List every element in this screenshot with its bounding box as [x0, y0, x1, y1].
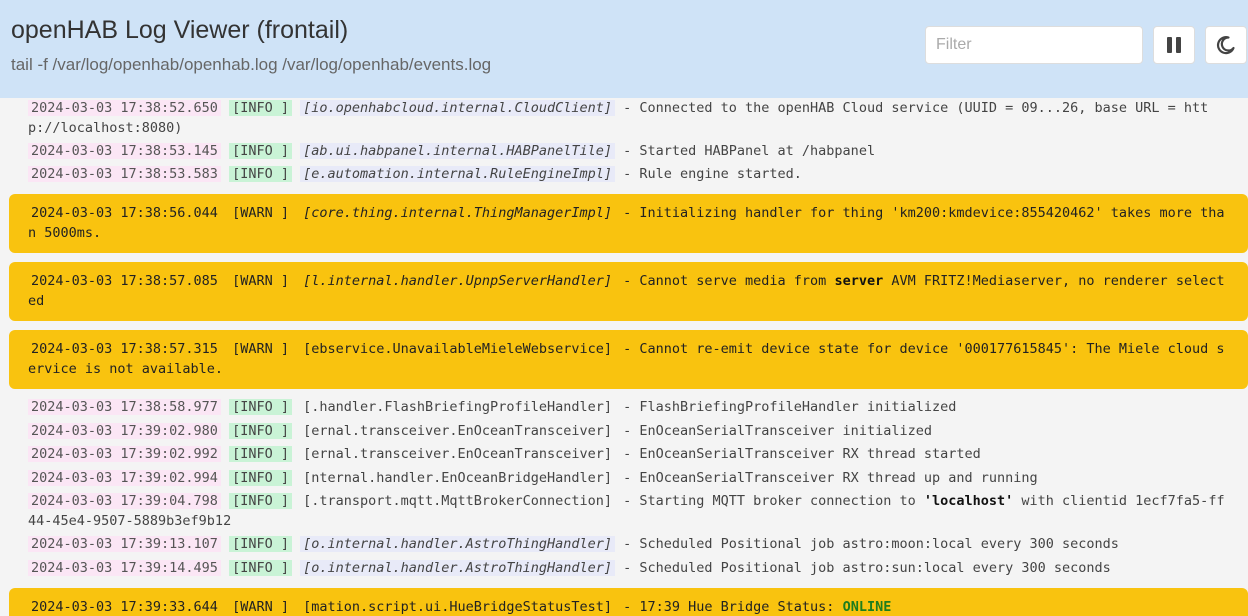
log-class: [ebservice.UnavailableMieleWebservice]	[303, 341, 612, 357]
log-line: 2024-03-03 17:39:02.980 [INFO ] [ernal.t…	[28, 422, 1248, 442]
page-title: openHAB Log Viewer (frontail)	[11, 16, 349, 44]
log-class: [e.automation.internal.RuleEngineImpl]	[300, 165, 615, 182]
log-keyword: server	[834, 273, 884, 289]
pause-icon	[1167, 37, 1181, 53]
log-message: - Cannot serve media from	[614, 273, 835, 289]
log-class: [.transport.mqtt.MqttBrokerConnection]	[303, 493, 612, 509]
log-class: [nternal.handler.EnOceanBridgeHandler]	[303, 469, 612, 486]
warn-block: 2024-03-03 17:39:33.644 [WARN ] [mation.…	[9, 588, 1248, 616]
app-header: openHAB Log Viewer (frontail) tail -f /v…	[0, 0, 1248, 98]
log-message: - EnOceanSerialTransceiver initialized	[614, 422, 932, 439]
log-level: [INFO ]	[229, 399, 292, 415]
log-line: 2024-03-03 17:39:02.992 [INFO ] [ernal.t…	[28, 445, 1248, 465]
log-class: [l.internal.handler.UpnpServerHandler]	[303, 273, 612, 289]
log-line: 2024-03-03 17:38:58.977 [INFO ] [.handle…	[28, 398, 1248, 418]
log-level: [WARN ]	[232, 599, 289, 615]
log-level: [INFO ]	[229, 422, 292, 439]
log-level: [INFO ]	[229, 100, 292, 116]
log-date: 2024-03-03 17:38:56.044	[31, 205, 218, 221]
log-level: [INFO ]	[229, 493, 292, 509]
log-class: [o.internal.handler.AstroThingHandler]	[300, 559, 615, 576]
log-class: [io.openhabcloud.internal.CloudClient]	[300, 100, 615, 116]
log-date: 2024-03-03 17:39:04.798	[28, 493, 221, 509]
moon-icon	[1217, 36, 1235, 55]
pause-button[interactable]	[1153, 26, 1195, 64]
theme-toggle-button[interactable]	[1205, 26, 1247, 64]
warn-block: 2024-03-03 17:38:57.315 [WARN ] [ebservi…	[9, 330, 1248, 389]
log-line: 2024-03-03 17:38:53.145 [INFO ] [ab.ui.h…	[28, 142, 1248, 162]
log-class: [.handler.FlashBriefingProfileHandler]	[303, 399, 612, 415]
log-line: 2024-03-03 17:38:52.650 [INFO ] [io.open…	[28, 99, 1248, 138]
log-message: - 17:39 Hue Bridge Status:	[614, 599, 843, 615]
warn-block: 2024-03-03 17:38:57.085 [WARN ] [l.inter…	[9, 262, 1248, 321]
log-date: 2024-03-03 17:38:53.145	[28, 143, 221, 159]
log-level: [INFO ]	[229, 469, 292, 486]
log-date: 2024-03-03 17:38:57.315	[31, 341, 218, 357]
log-panel[interactable]: 2024-03-03 17:38:52.650 [INFO ] [io.open…	[0, 98, 1248, 616]
log-class: [core.thing.internal.ThingManagerImpl]	[303, 205, 612, 221]
log-line: 2024-03-03 17:39:04.798 [INFO ] [.transp…	[28, 492, 1248, 531]
log-date: 2024-03-03 17:39:14.495	[28, 559, 221, 576]
log-message: - Rule engine started.	[614, 165, 802, 182]
log-line: 2024-03-03 17:39:33.644 [WARN ] [mation.…	[28, 598, 1248, 616]
log-message: - Starting MQTT broker connection to	[614, 493, 924, 509]
log-class: [mation.script.ui.HueBridgeStatusTest]	[303, 599, 612, 615]
log-message: - Started HABPanel at /habpanel	[614, 143, 876, 159]
log-message: - FlashBriefingProfileHandler initialize…	[614, 399, 957, 415]
log-line: 2024-03-03 17:38:53.583 [INFO ] [e.autom…	[28, 165, 1248, 185]
log-line: 2024-03-03 17:39:13.107 [INFO ] [o.inter…	[28, 535, 1248, 555]
log-date: 2024-03-03 17:38:52.650	[28, 100, 221, 116]
log-level: [INFO ]	[229, 143, 292, 159]
log-date: 2024-03-03 17:38:57.085	[31, 273, 218, 289]
log-message: - EnOceanSerialTransceiver RX thread up …	[614, 469, 1038, 486]
log-message: - EnOceanSerialTransceiver RX thread sta…	[614, 446, 981, 462]
log-level: [WARN ]	[232, 205, 289, 221]
log-date: 2024-03-03 17:39:02.994	[28, 469, 221, 486]
log-line: 2024-03-03 17:38:56.044 [WARN ] [core.th…	[28, 204, 1248, 243]
log-date: 2024-03-03 17:39:02.992	[28, 446, 221, 462]
filter-input[interactable]	[925, 26, 1143, 64]
log-line: 2024-03-03 17:39:02.994 [INFO ] [nternal…	[28, 469, 1248, 489]
log-level: [INFO ]	[229, 446, 292, 462]
log-message: - Scheduled Positional job astro:moon:lo…	[614, 536, 1119, 552]
log-keyword: 'localhost'	[923, 493, 1014, 509]
log-level: [WARN ]	[232, 273, 289, 289]
log-level: [INFO ]	[229, 559, 292, 576]
log-level: [INFO ]	[229, 165, 292, 182]
log-date: 2024-03-03 17:38:58.977	[28, 399, 221, 415]
log-class: [o.internal.handler.AstroThingHandler]	[300, 536, 615, 552]
log-line: 2024-03-03 17:39:14.495 [INFO ] [o.inter…	[28, 559, 1248, 579]
log-date: 2024-03-03 17:38:53.583	[28, 165, 221, 182]
log-date: 2024-03-03 17:39:02.980	[28, 422, 221, 439]
log-class: [ernal.transceiver.EnOceanTransceiver]	[303, 446, 612, 462]
log-message: - Scheduled Positional job astro:sun:loc…	[614, 559, 1111, 576]
warn-block: 2024-03-03 17:38:56.044 [WARN ] [core.th…	[9, 194, 1248, 253]
status-online: ONLINE	[842, 599, 892, 615]
log-line: 2024-03-03 17:38:57.085 [WARN ] [l.inter…	[28, 272, 1248, 311]
log-level: [INFO ]	[229, 536, 292, 552]
log-level: [WARN ]	[232, 341, 289, 357]
log-date: 2024-03-03 17:39:33.644	[31, 599, 218, 615]
page-subtitle: tail -f /var/log/openhab/openhab.log /va…	[11, 55, 492, 74]
log-class: [ab.ui.habpanel.internal.HABPanelTile]	[300, 143, 615, 159]
log-class: [ernal.transceiver.EnOceanTransceiver]	[303, 422, 612, 439]
log-date: 2024-03-03 17:39:13.107	[28, 536, 221, 552]
log-line: 2024-03-03 17:38:57.315 [WARN ] [ebservi…	[28, 340, 1248, 379]
